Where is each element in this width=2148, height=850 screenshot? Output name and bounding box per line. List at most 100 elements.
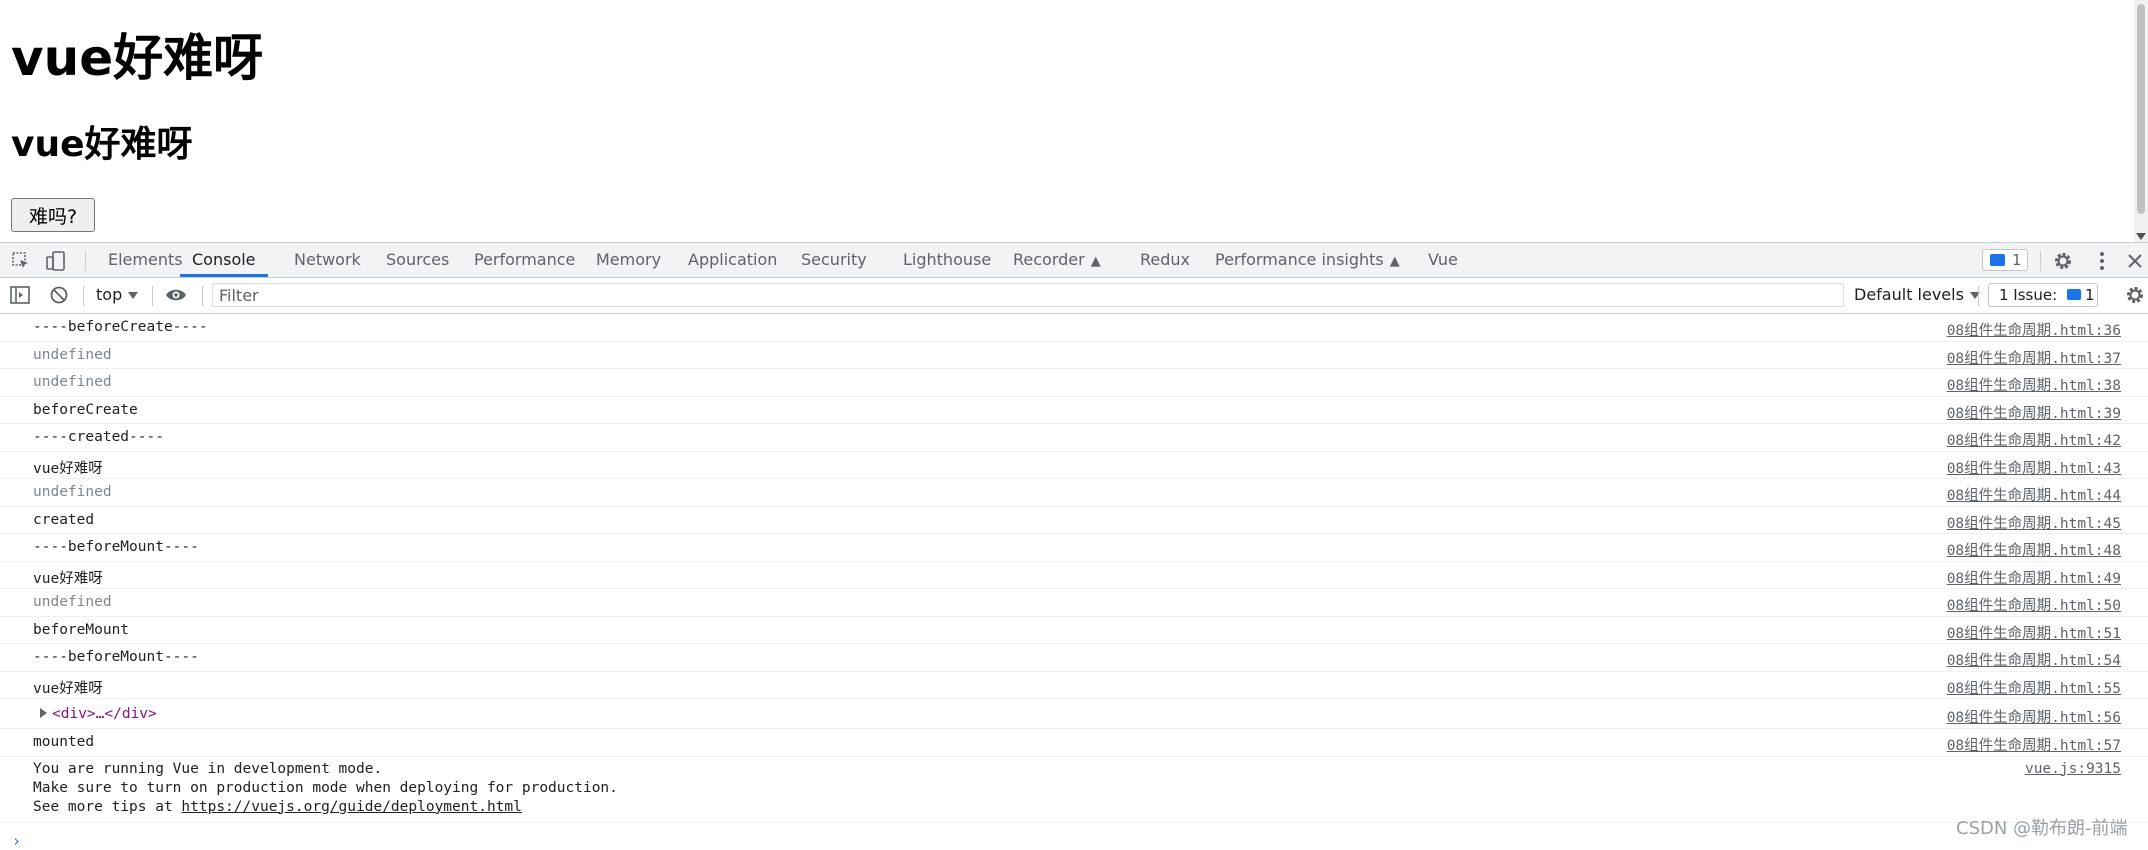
watermark: CSDN @勒布朗-前端 <box>1956 818 2128 839</box>
console-prompt-icon[interactable]: › <box>12 832 21 850</box>
tab-application[interactable]: Application <box>688 243 777 277</box>
live-expression-eye-icon[interactable] <box>165 284 187 306</box>
tab-lighthouse[interactable]: Lighthouse <box>903 243 991 277</box>
more-options-icon[interactable] <box>2091 250 2113 272</box>
tab-performance-insights[interactable]: Performance insights ▲ <box>1215 243 1400 277</box>
toolbar-divider <box>202 286 203 306</box>
tab-sources[interactable]: Sources <box>386 243 449 277</box>
page-heading-h1: vue好难呀 <box>11 29 264 87</box>
notice-line: You are running Vue in development mode. <box>33 760 383 777</box>
messages-badge[interactable]: 1 <box>1982 249 2028 271</box>
source-link[interactable]: 08组件生命周期.html:56 <box>1947 706 2121 727</box>
chevron-down-icon <box>128 292 139 299</box>
hard-question-button[interactable]: 难吗? <box>11 198 95 232</box>
tab-performance[interactable]: Performance <box>474 243 575 277</box>
message-bubble-icon <box>1990 254 2005 266</box>
source-link[interactable]: 08组件生命周期.html:54 <box>1947 649 2121 670</box>
tab-elements[interactable]: Elements <box>108 243 183 277</box>
page-heading-h2: vue好难呀 <box>11 124 193 165</box>
messages-count: 1 <box>2012 251 2022 269</box>
device-toolbar-icon[interactable] <box>45 250 67 272</box>
console-message: undefined 08组件生命周期.html:38 <box>0 369 2148 397</box>
toolbar-divider <box>85 251 86 271</box>
tab-recorder[interactable]: Recorder ▲ <box>1013 243 1101 277</box>
tab-label: Security <box>801 250 867 269</box>
settings-gear-icon[interactable] <box>2052 250 2074 272</box>
tab-security[interactable]: Security <box>801 243 867 277</box>
tab-label: Redux <box>1140 250 1191 269</box>
experimental-flask-icon: ▲ <box>1090 254 1101 269</box>
element-node-preview[interactable]: <div>…</div> <box>52 706 157 722</box>
context-label: top <box>96 285 123 304</box>
message-text: undefined <box>33 346 112 363</box>
message-text: undefined <box>33 484 112 500</box>
execution-context-select[interactable]: top <box>96 278 139 312</box>
notice-prefix: See more tips at <box>33 798 182 815</box>
console-messages: ----beforeCreate---- 08组件生命周期.html:36 un… <box>0 314 2148 845</box>
message-text: vue好难呀 <box>33 680 103 697</box>
source-link[interactable]: 08组件生命周期.html:45 <box>1947 512 2121 533</box>
inspect-element-icon[interactable] <box>10 250 32 272</box>
console-message: beforeCreate 08组件生命周期.html:39 <box>0 397 2148 424</box>
devtools-tab-bar: Elements Console Network Sources Perform… <box>0 242 2148 278</box>
tab-redux[interactable]: Redux <box>1140 243 1190 277</box>
source-link[interactable]: 08组件生命周期.html:36 <box>1947 319 2121 340</box>
console-filter-input[interactable] <box>212 283 1844 307</box>
tab-label: Elements <box>108 250 183 269</box>
message-text: mounted <box>33 734 95 750</box>
source-link[interactable]: 08组件生命周期.html:48 <box>1947 539 2121 560</box>
log-levels-dropdown[interactable]: Default levels <box>1854 278 1980 312</box>
source-link[interactable]: 08组件生命周期.html:43 <box>1947 457 2121 478</box>
toolbar-divider <box>1978 286 1979 306</box>
console-message: undefined 08组件生命周期.html:44 <box>0 479 2148 507</box>
clear-console-icon[interactable] <box>48 284 70 306</box>
source-link[interactable]: 08组件生命周期.html:49 <box>1947 567 2121 588</box>
deployment-guide-link[interactable]: https://vuejs.org/guide/deployment.html <box>181 799 521 815</box>
tab-label: Lighthouse <box>903 250 992 269</box>
close-devtools-icon[interactable] <box>2124 250 2146 272</box>
source-link[interactable]: 08组件生命周期.html:55 <box>1947 677 2121 698</box>
source-link[interactable]: 08组件生命周期.html:37 <box>1947 347 2121 368</box>
message-text: beforeCreate <box>33 401 138 418</box>
source-link[interactable]: 08组件生命周期.html:44 <box>1947 484 2121 505</box>
tab-network[interactable]: Network <box>294 243 361 277</box>
tab-label: Recorder <box>1013 250 1085 269</box>
experimental-flask-icon: ▲ <box>1389 254 1400 269</box>
source-link[interactable]: 08组件生命周期.html:39 <box>1947 402 2121 423</box>
source-link[interactable]: 08组件生命周期.html:42 <box>1947 429 2121 450</box>
tab-label: Memory <box>596 250 662 269</box>
source-link[interactable]: vue.js:9315 <box>2025 761 2121 777</box>
source-link[interactable]: 08组件生命周期.html:51 <box>1947 622 2121 643</box>
tab-vue[interactable]: Vue <box>1428 243 1458 277</box>
issues-count: 1 <box>2085 286 2095 304</box>
tab-label: Vue <box>1428 250 1458 269</box>
source-link[interactable]: 08组件生命周期.html:50 <box>1947 594 2121 615</box>
page-scrollbar[interactable] <box>2134 0 2148 242</box>
vue-dev-mode-notice: You are running Vue in development mode.… <box>0 757 2148 823</box>
tab-console[interactable]: Console <box>180 243 268 277</box>
message-text: ----beforeCreate---- <box>33 319 208 335</box>
tab-memory[interactable]: Memory <box>596 243 661 277</box>
scroll-down-arrow-icon[interactable] <box>2136 233 2146 240</box>
console-message: beforeMount 08组件生命周期.html:51 <box>0 617 2148 644</box>
source-link[interactable]: 08组件生命周期.html:38 <box>1947 374 2121 395</box>
console-message: vue好难呀 08组件生命周期.html:49 <box>0 562 2148 589</box>
scrollbar-thumb[interactable] <box>2137 4 2145 214</box>
console-message: mounted 08组件生命周期.html:57 <box>0 729 2148 757</box>
source-link[interactable]: 08组件生命周期.html:57 <box>1947 734 2121 755</box>
console-message: ----created---- 08组件生命周期.html:42 <box>0 424 2148 452</box>
toolbar-divider <box>152 286 153 306</box>
issues-button[interactable]: 1 Issue: 1 <box>1988 283 2098 307</box>
console-message-element: <div>…</div> 08组件生命周期.html:56 <box>0 699 2148 729</box>
console-message: ----beforeMount---- 08组件生命周期.html:54 <box>0 644 2148 672</box>
notice-line: Make sure to turn on production mode whe… <box>33 779 618 796</box>
message-text: ----beforeMount---- <box>33 539 199 555</box>
issues-label: 1 Issue: <box>1999 286 2058 304</box>
toolbar-divider <box>2040 251 2041 271</box>
show-sidebar-icon[interactable] <box>9 284 31 306</box>
console-message: ----beforeCreate---- 08组件生命周期.html:36 <box>0 314 2148 342</box>
console-settings-gear-icon[interactable] <box>2124 284 2146 306</box>
message-text: beforeMount <box>33 621 130 638</box>
console-message: undefined 08组件生命周期.html:50 <box>0 589 2148 617</box>
expand-triangle-icon[interactable] <box>40 708 47 718</box>
